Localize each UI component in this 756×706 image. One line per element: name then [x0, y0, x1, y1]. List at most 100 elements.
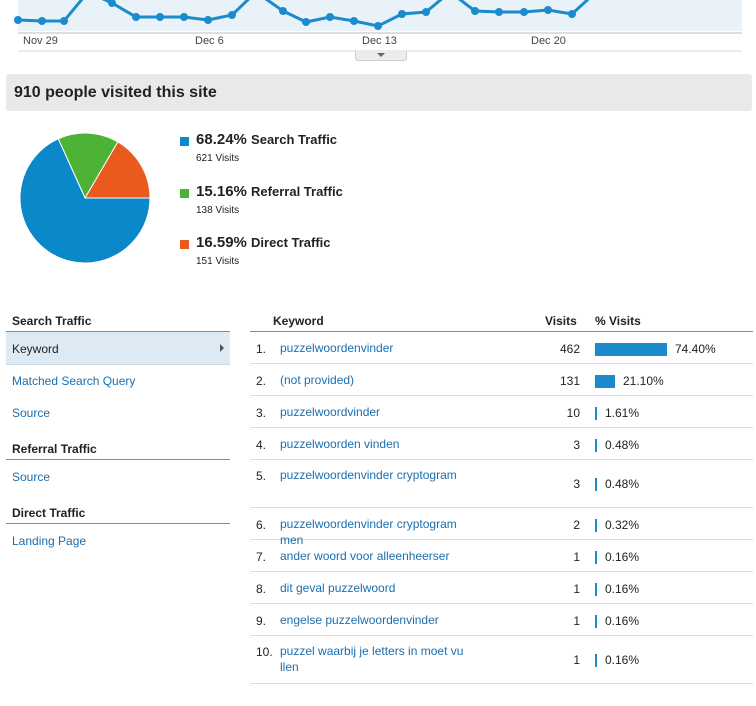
chevron-right-icon — [220, 344, 224, 352]
nav-item-referral-source[interactable]: Source — [6, 460, 230, 492]
keyword-link[interactable]: puzzelwoordvinder — [280, 404, 465, 420]
legend-search-visits: 621 Visits — [196, 153, 240, 164]
keyword-link[interactable]: puzzelwoordenvinder — [280, 340, 465, 356]
pct-visits-bar — [595, 615, 597, 628]
chart-collapse-toggle[interactable] — [355, 51, 407, 61]
legend-search-name: Search Traffic — [251, 132, 338, 147]
row-number: 5. — [256, 469, 267, 483]
pct-visits-value: 0.48% — [605, 477, 640, 491]
legend-search-percent: 68.24% — [196, 131, 247, 148]
nav-item-search-source[interactable]: Source — [6, 396, 230, 428]
trend-point[interactable] — [180, 13, 188, 21]
legend-referral-name: Referral Traffic — [251, 184, 343, 199]
pct-visits-value: 0.16% — [605, 614, 640, 628]
visits-value: 1 — [573, 653, 580, 667]
trend-point[interactable] — [495, 8, 503, 16]
pct-visits-bar — [595, 519, 597, 532]
visits-value: 3 — [573, 477, 580, 491]
date-label-dec20: Dec 20 — [531, 35, 566, 47]
trend-point[interactable] — [302, 18, 310, 26]
trend-point[interactable] — [156, 13, 164, 21]
trend-point[interactable] — [544, 6, 552, 14]
nav-item-keyword[interactable]: Keyword — [6, 332, 230, 365]
row-number: 10. — [256, 645, 273, 659]
trend-point[interactable] — [568, 10, 576, 18]
pct-visits-value: 0.16% — [605, 550, 640, 564]
visits-value: 3 — [573, 438, 580, 452]
nav-item-referral-source-label: Source — [12, 470, 51, 484]
trend-point[interactable] — [350, 17, 358, 25]
column-header-pct-visits[interactable]: % Visits — [595, 314, 641, 328]
trend-point[interactable] — [520, 8, 528, 16]
visits-value: 2 — [573, 518, 580, 532]
trend-point[interactable] — [422, 8, 430, 16]
trend-point[interactable] — [374, 22, 382, 30]
nav-item-matched-search-query[interactable]: Matched Search Query — [6, 364, 230, 396]
row-number: 1. — [256, 342, 267, 356]
table-row: 3. puzzelwoordvinder 10 1.61% — [250, 396, 753, 428]
trend-point[interactable] — [38, 17, 46, 25]
table-row: 5. puzzelwoordenvinder cryptogram 3 0.48% — [250, 460, 753, 508]
nav-item-keyword-label: Keyword — [12, 342, 59, 356]
row-number: 4. — [256, 438, 267, 452]
keyword-link[interactable]: dit geval puzzelwoord — [280, 580, 465, 596]
pct-visits-value: 0.16% — [605, 653, 640, 667]
visits-value: 1 — [573, 614, 580, 628]
legend-direct-label: 16.59% Direct Traffic — [196, 234, 331, 251]
trend-point[interactable] — [228, 11, 236, 19]
keyword-link[interactable]: puzzelwoorden vinden — [280, 436, 465, 452]
pct-visits-bar — [595, 654, 597, 667]
visits-value: 462 — [559, 342, 580, 356]
date-label-dec13: Dec 13 — [362, 35, 397, 47]
pct-visits-value: 21.10% — [623, 374, 664, 388]
column-header-keyword[interactable]: Keyword — [273, 314, 324, 328]
nav-heading-direct-label: Direct Traffic — [12, 506, 86, 520]
summary-header: 910 people visited this site — [6, 74, 752, 111]
trend-point[interactable] — [326, 13, 334, 21]
keyword-link[interactable]: (not provided) — [280, 372, 465, 388]
visits-value: 1 — [573, 550, 580, 564]
date-label-dec6: Dec 6 — [195, 35, 224, 47]
table-row: 2. (not provided) 131 21.10% — [250, 364, 753, 396]
column-header-visits[interactable]: Visits — [545, 314, 577, 328]
nav-heading-search-traffic: Search Traffic — [6, 309, 230, 332]
visits-value: 131 — [559, 374, 580, 388]
trend-point[interactable] — [132, 13, 140, 21]
keyword-link[interactable]: ander woord voor alleenheerser — [280, 548, 465, 564]
keyword-link[interactable]: puzzel waarbij je letters in moet vullen — [280, 643, 465, 675]
nav-item-matched-label: Matched Search Query — [12, 374, 136, 388]
legend-swatch-search — [180, 137, 189, 146]
legend-direct-name: Direct Traffic — [251, 235, 331, 250]
nav-heading-referral-label: Referral Traffic — [12, 442, 97, 456]
table-row: 8. dit geval puzzelwoord 1 0.16% — [250, 572, 753, 604]
keyword-link[interactable]: puzzelwoordenvinder cryptogram — [280, 467, 465, 483]
nav-heading-search-label: Search Traffic — [12, 314, 92, 328]
trend-point[interactable] — [60, 17, 68, 25]
pct-visits-value: 74.40% — [675, 342, 716, 356]
keyword-link[interactable]: engelse puzzelwoordenvinder — [280, 612, 465, 628]
legend-search-label: 68.24% Search Traffic — [196, 131, 337, 148]
pct-visits-bar — [595, 439, 597, 452]
table-row: 1. puzzelwoordenvinder 462 74.40% — [250, 332, 753, 364]
table-row: 7. ander woord voor alleenheerser 1 0.16% — [250, 540, 753, 572]
table-row: 9. engelse puzzelwoordenvinder 1 0.16% — [250, 604, 753, 636]
pct-visits-bar — [595, 583, 597, 596]
nav-item-landing-page[interactable]: Landing Page — [6, 524, 230, 556]
pct-visits-value: 1.61% — [605, 406, 640, 420]
row-number: 9. — [256, 614, 267, 628]
nav-item-search-source-label: Source — [12, 406, 51, 420]
trend-point[interactable] — [398, 10, 406, 18]
row-number: 6. — [256, 518, 267, 532]
row-number: 7. — [256, 550, 267, 564]
trend-point[interactable] — [471, 7, 479, 15]
trend-point[interactable] — [204, 16, 212, 24]
trend-point[interactable] — [14, 16, 22, 24]
row-number: 2. — [256, 374, 267, 388]
nav-item-landing-page-label: Landing Page — [12, 534, 87, 548]
date-label-nov29: Nov 29 — [23, 35, 58, 47]
pct-visits-bar — [595, 407, 597, 420]
trend-point[interactable] — [279, 7, 287, 15]
visits-value: 10 — [566, 406, 580, 420]
traffic-sources-pie-chart — [19, 132, 151, 264]
pct-visits-value: 0.32% — [605, 518, 640, 532]
